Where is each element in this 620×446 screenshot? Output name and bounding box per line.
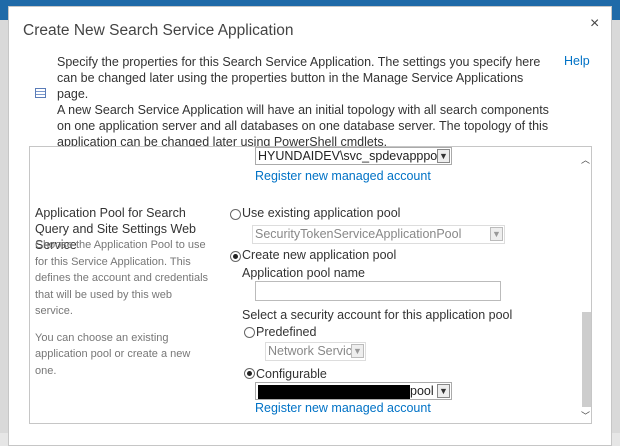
managed-account-select[interactable]: HYUNDAIDEV\svc_spdevapppool ▼	[255, 147, 452, 165]
chevron-down-icon: ▼	[437, 149, 450, 163]
info-list-icon	[35, 88, 46, 98]
predefined-account-value: Network Service	[268, 344, 359, 358]
create-new-pool-label: Create new application pool	[242, 248, 397, 262]
pool-name-label: Application pool name	[242, 266, 365, 280]
register-managed-account-link[interactable]: Register new managed account	[255, 401, 431, 415]
configurable-label: Configurable	[256, 367, 327, 381]
section-desc-2: You can choose an existing application p…	[35, 331, 191, 377]
description-text: Specify the properties for this Search S…	[57, 55, 541, 101]
create-new-pool-radio[interactable]	[230, 251, 241, 262]
chevron-down-icon: ▼	[437, 384, 450, 398]
pool-name-input[interactable]	[255, 281, 501, 301]
managed-account-value: HYUNDAIDEV\svc_spdevapppool	[258, 149, 447, 163]
dialog-title: Create New Search Service Application	[23, 22, 294, 39]
predefined-radio[interactable]	[244, 327, 255, 338]
predefined-account-select[interactable]: Network Service ▼	[265, 342, 366, 361]
scroll-down-icon[interactable]: ﹀	[581, 409, 590, 422]
section-description: Choose the Application Pool to use for t…	[35, 237, 210, 379]
chevron-down-icon: ▼	[351, 344, 364, 358]
settings-scroll-area: HYUNDAIDEV\svc_spdevapppool ▼ Register n…	[29, 146, 592, 424]
topology-text: A new Search Service Application will ha…	[57, 103, 549, 149]
security-account-label: Select a security account for this appli…	[242, 308, 513, 322]
close-icon[interactable]: ×	[590, 15, 599, 33]
configurable-account-value: pool	[410, 384, 434, 398]
configurable-account-select[interactable]: pool ▼	[255, 382, 452, 400]
dialog-description: Specify the properties for this Search S…	[57, 54, 557, 150]
use-existing-pool-radio[interactable]	[230, 209, 241, 220]
help-link[interactable]: Help	[564, 54, 590, 68]
predefined-label: Predefined	[256, 325, 317, 339]
vertical-scrollbar[interactable]: ︿ ﹀	[580, 147, 591, 423]
scroll-up-icon[interactable]: ︿	[581, 153, 590, 166]
use-existing-pool-label: Use existing application pool	[242, 206, 401, 220]
chevron-down-icon: ▼	[490, 227, 503, 241]
section-desc-1: Choose the Application Pool to use for t…	[35, 239, 209, 317]
existing-pool-value: SecurityTokenServiceApplicationPool	[255, 227, 462, 241]
existing-pool-select[interactable]: SecurityTokenServiceApplicationPool ▼	[252, 225, 505, 244]
register-managed-account-link-top[interactable]: Register new managed account	[255, 169, 431, 183]
redacted-block	[258, 384, 410, 399]
configurable-radio[interactable]	[244, 368, 255, 379]
scrollbar-thumb[interactable]	[582, 312, 591, 407]
create-search-service-dialog: Create New Search Service Application × …	[8, 6, 612, 446]
